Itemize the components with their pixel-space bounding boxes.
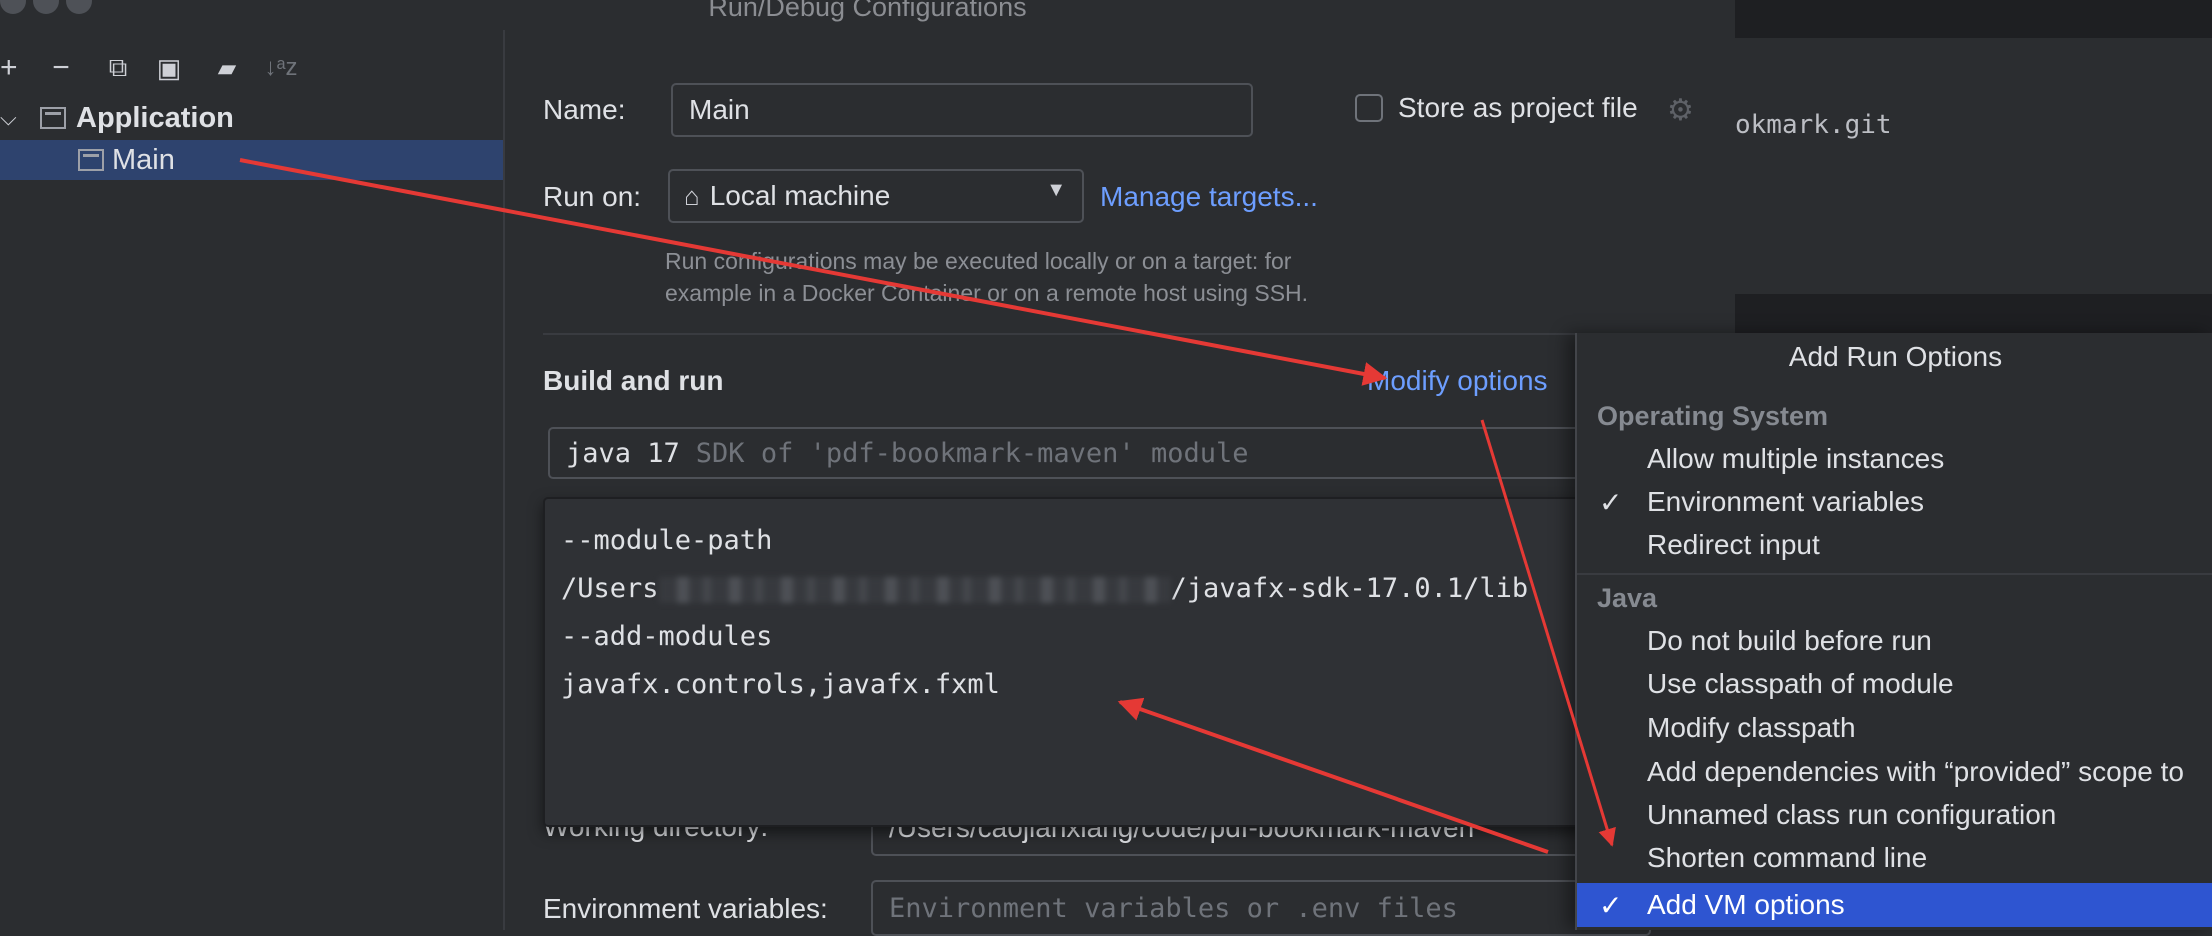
- option-label: Use classpath of module: [1647, 668, 1954, 699]
- tree-group-application[interactable]: ⌵ Application: [0, 98, 234, 138]
- store-as-project-file-checkbox[interactable]: [1355, 94, 1383, 122]
- sdk-name: java 17: [566, 437, 680, 469]
- popup-title: Add Run Options: [1788, 341, 2003, 372]
- name-field-value: Main: [689, 94, 750, 125]
- run-on-dropdown[interactable]: ⌂ Local machine ▼: [668, 169, 1084, 223]
- tree-item-main[interactable]: Main: [0, 140, 503, 180]
- tree-group-label: Application: [76, 101, 234, 134]
- vm-option-path-prefix: /Users: [561, 573, 659, 604]
- tree-item-label: Main: [112, 143, 175, 176]
- option-unnamed-class-run[interactable]: Unnamed class run configuration: [1577, 794, 2212, 836]
- option-label: Add VM options: [1647, 889, 1845, 920]
- store-as-project-file-label[interactable]: Store as project file: [1398, 92, 1638, 124]
- run-on-hint-line-2: example in a Docker Container or on a re…: [665, 280, 1309, 306]
- option-add-provided-dependencies[interactable]: Add dependencies with “provided” scope t…: [1577, 751, 2212, 793]
- redacted-path: [658, 576, 1171, 603]
- checkmark-icon: ✓: [1599, 889, 1623, 921]
- home-icon: ⌂: [684, 180, 700, 211]
- application-config-icon: [78, 149, 104, 171]
- vm-option-line: --add-modules: [561, 621, 773, 652]
- tree-toolbar: + − ⧉ ▣ ▰ ↓ᵃz: [0, 48, 306, 88]
- modify-options-link[interactable]: Modify options: [1367, 365, 1548, 397]
- add-run-options-popup: Add Run Options Operating System Allow m…: [1575, 333, 2212, 930]
- chevron-down-icon: ▼: [1046, 179, 1066, 201]
- background-code-text: okmark.git: [1735, 110, 1892, 140]
- option-add-vm-options[interactable]: ✓ Add VM options: [1577, 883, 2212, 927]
- option-redirect-input[interactable]: Redirect input: [1577, 524, 2212, 566]
- option-label: Redirect input: [1647, 529, 1820, 560]
- section-separator: [543, 333, 1735, 335]
- vm-options-expanded-editor[interactable]: --module-path /Users/javafx-sdk-17.0.1/l…: [543, 497, 1653, 827]
- run-on-value: Local machine: [709, 180, 891, 211]
- option-label: Environment variables: [1647, 486, 1925, 517]
- sdk-description: SDK of 'pdf-bookmark-maven' module: [695, 437, 1249, 469]
- run-debug-dialog: Run/Debug Configurations + − ⧉ ▣ ▰ ↓ᵃz ⌵…: [0, 0, 1735, 936]
- vm-option-line: --module-path: [561, 525, 773, 556]
- option-modify-classpath[interactable]: Modify classpath: [1577, 707, 2212, 749]
- vm-option-line: /Users/javafx-sdk-17.0.1/lib: [561, 565, 1635, 613]
- manage-targets-link[interactable]: Manage targets...: [1100, 181, 1318, 213]
- run-on-label: Run on:: [543, 181, 642, 212]
- environment-variables-placeholder: Environment variables or .env files: [889, 892, 1458, 924]
- option-environment-variables[interactable]: ✓ Environment variables: [1577, 481, 2212, 523]
- name-label: Name:: [543, 94, 626, 125]
- application-config-icon: [40, 107, 66, 129]
- option-label: Unnamed class run configuration: [1647, 799, 2057, 830]
- sort-alphabetically-icon[interactable]: ↓ᵃz: [256, 48, 306, 88]
- jre-field[interactable]: java 17 SDK of 'pdf-bookmark-maven' modu…: [548, 427, 1648, 479]
- chevron-down-icon[interactable]: ⌵: [0, 105, 40, 131]
- new-folder-icon[interactable]: ▰: [198, 48, 256, 88]
- remove-configuration-icon[interactable]: −: [26, 48, 96, 88]
- gear-icon[interactable]: ⚙: [1667, 93, 1694, 128]
- save-configuration-icon[interactable]: ▣: [140, 48, 198, 88]
- option-do-not-build[interactable]: Do not build before run: [1577, 620, 2212, 662]
- vm-option-path-suffix: /javafx-sdk-17.0.1/lib: [1170, 573, 1529, 604]
- section-operating-system: Operating System: [1597, 401, 1829, 431]
- option-label: Allow multiple instances: [1647, 443, 1945, 474]
- add-configuration-icon[interactable]: +: [0, 48, 26, 88]
- option-label: Shorten command line: [1647, 842, 1928, 873]
- environment-variables-field[interactable]: Environment variables or .env files: [871, 880, 1651, 936]
- option-allow-multiple-instances[interactable]: Allow multiple instances: [1577, 438, 2212, 480]
- copy-configuration-icon[interactable]: ⧉: [96, 48, 140, 88]
- run-on-hint-line-1: Run configurations may be executed local…: [665, 248, 1292, 274]
- environment-variables-label: Environment variables:: [543, 893, 828, 924]
- checkmark-icon: ✓: [1599, 486, 1623, 518]
- background-code-area: [1735, 72, 2212, 294]
- option-label: Modify classpath: [1647, 712, 1856, 743]
- section-java: Java: [1597, 583, 1658, 613]
- configuration-tree-pane: + − ⧉ ▣ ▰ ↓ᵃz ⌵ Application Main: [0, 30, 505, 930]
- background-tabbar: [1735, 38, 2212, 72]
- configuration-editor: Name: Main Store as project file ⚙ Run o…: [505, 0, 1735, 936]
- option-shorten-command-line[interactable]: Shorten command line: [1577, 837, 2212, 879]
- option-use-classpath-of-module[interactable]: Use classpath of module: [1577, 663, 2212, 705]
- option-label: Add dependencies with “provided” scope t…: [1647, 756, 2185, 787]
- name-field[interactable]: Main: [671, 83, 1253, 137]
- popup-separator: [1577, 573, 2212, 575]
- build-and-run-heading: Build and run: [543, 365, 724, 396]
- option-label: Do not build before run: [1647, 625, 1932, 656]
- vm-option-line: javafx.controls,javafx.fxml: [561, 669, 1000, 700]
